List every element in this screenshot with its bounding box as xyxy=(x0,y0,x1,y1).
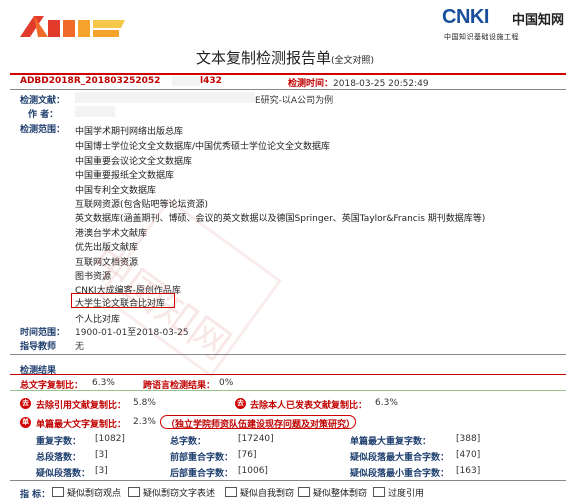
db-item: 优先出版文献库 xyxy=(75,243,139,253)
checkbox[interactable] xyxy=(52,487,64,497)
exclude-self-badge: 去 xyxy=(235,398,246,409)
legend-label: 指 标： xyxy=(20,490,51,500)
grid-value: [163] xyxy=(456,466,481,476)
cross-lang-value: 0% xyxy=(219,378,234,388)
cnki-subtitle: 中国知识基础设施工程 xyxy=(444,33,519,41)
checkbox[interactable] xyxy=(128,487,140,497)
checkbox[interactable] xyxy=(373,487,385,497)
grid-label: 总段落数： xyxy=(36,453,82,463)
legend-divider xyxy=(10,480,566,481)
grid-label: 疑似段落最小重合字数： xyxy=(350,469,450,479)
page-title: 文本复制检测报告单(全文对照) xyxy=(0,47,570,68)
grid-value: [388] xyxy=(456,434,481,444)
redacted-title xyxy=(75,92,255,103)
db-item: 中国专利全文数据库 xyxy=(75,186,157,196)
report-id: ADBD2018R_201803252052 xyxy=(20,76,160,86)
doc-value: E研究-以A公司为例 xyxy=(255,96,334,106)
db-item: 个人比对库 xyxy=(75,315,121,325)
grid-label: 后部重合字数： xyxy=(170,469,234,479)
exclude-ref-badge: 去 xyxy=(20,398,31,409)
title-main: 文本复制检测报告单 xyxy=(195,49,331,67)
db-item: 英文数据库(涵盖期刊、博硕、会议的英文数据以及德国Springer、英国Tayl… xyxy=(75,214,486,224)
header-divider xyxy=(10,73,566,75)
grid-value: [1082] xyxy=(95,434,125,444)
cnki-logo: CNKI 中国知网 中国知识基础设施工程 xyxy=(440,6,565,44)
results-bar xyxy=(10,390,566,391)
single-max-label: 单篇最大文字复制比： xyxy=(36,420,127,430)
grid-label: 总字数： xyxy=(170,437,207,447)
doc-label: 检测文献： xyxy=(20,96,66,106)
single-max-badge: 单 xyxy=(20,417,31,428)
exclude-ref-value: 5.8% xyxy=(133,398,156,408)
report-id-value: ADBD2018R_201803252052 xyxy=(20,76,161,86)
advisor-value: 无 xyxy=(75,342,85,352)
checkbox[interactable] xyxy=(225,487,237,497)
grid-label: 单篇最大重复字数： xyxy=(350,437,432,447)
exclude-ref-label: 去除引用文献复制比： xyxy=(36,401,127,411)
period-label: 时间范围： xyxy=(20,328,66,338)
author-label: 作 者： xyxy=(28,110,59,120)
report-id-tail: l432 xyxy=(200,76,222,86)
redacted-author xyxy=(75,106,115,117)
total-copy-value: 6.3% xyxy=(92,378,115,388)
db-item: 互联网资源(包含贴吧等论坛资源) xyxy=(75,200,209,210)
single-max-value: 2.3% xyxy=(133,417,156,427)
amlc-logo xyxy=(20,16,125,37)
db-item: 中国学术期刊网络出版总库 xyxy=(75,127,184,137)
title-sub: (全文对照) xyxy=(330,56,375,66)
redacted-block xyxy=(172,76,200,86)
exclude-self-value: 6.3% xyxy=(375,398,398,408)
db-item: 中国博士学位论文全文数据库/中国优秀硕士学位论文全文数据库 xyxy=(75,142,331,152)
meta-divider xyxy=(10,89,566,90)
grid-value: [3] xyxy=(95,466,108,476)
check-time-value: 2018-03-25 20:52:49 xyxy=(333,79,429,89)
grid-value: [17240] xyxy=(238,434,274,444)
legend-item[interactable]: 疑似自我剽窃 xyxy=(225,485,294,499)
single-max-source: （独立学院师资队伍建设现存问题及对策研究） xyxy=(166,420,356,430)
range-label: 检测范围： xyxy=(20,125,66,135)
legend-item[interactable]: 疑似剽窃文字表述 xyxy=(128,485,215,499)
check-time: 检测时间：2018-03-25 20:52:49 xyxy=(288,76,429,89)
legend-item[interactable]: 疑似整体剽窃 xyxy=(298,485,367,499)
grid-label: 前部重合字数： xyxy=(170,453,234,463)
grid-label: 疑似段落最大重合字数： xyxy=(350,453,450,463)
advisor-label: 指导教师 xyxy=(20,342,57,352)
exclude-self-label: 去除本人已发表文献复制比： xyxy=(250,401,368,411)
grid-value: [76] xyxy=(238,450,257,460)
grid-value: [3] xyxy=(95,450,108,460)
db-item: 中国重要报纸全文数据库 xyxy=(75,171,175,181)
results-divider xyxy=(10,374,566,375)
db-item: 中国重要会议论文全文数据库 xyxy=(75,157,193,167)
grid-value: [1006] xyxy=(238,466,268,476)
grid-value: [470] xyxy=(456,450,481,460)
grid-label: 疑似段落数： xyxy=(36,469,91,479)
legend-item[interactable]: 过度引用 xyxy=(373,485,424,499)
cnki-chinese-name: 中国知网 xyxy=(512,13,565,28)
grid-label: 重复字数： xyxy=(36,437,82,447)
check-time-label: 检测时间： xyxy=(288,79,334,89)
info-divider xyxy=(10,354,566,355)
cnki-wordmark: CNKI xyxy=(442,6,489,28)
db-item: 港澳台学术文献库 xyxy=(75,229,148,239)
db-item: 图书资源 xyxy=(75,272,112,282)
legend-item[interactable]: 疑似剽窃观点 xyxy=(52,485,121,499)
checkbox[interactable] xyxy=(298,487,310,497)
